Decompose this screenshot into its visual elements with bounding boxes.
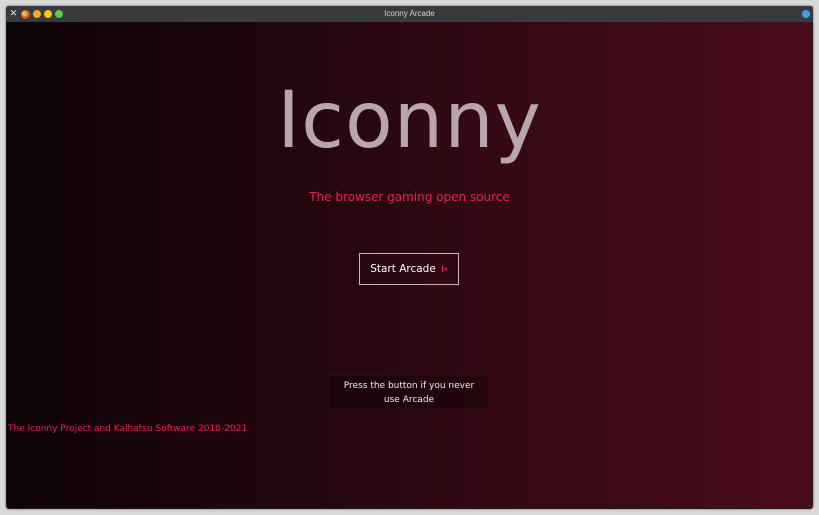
app-window: Iconny Arcade ✕ Iconny The browser gamin…	[6, 6, 813, 509]
hint-line-2: use Arcade	[383, 395, 435, 405]
status-dot-icon[interactable]	[802, 10, 810, 18]
play-icon	[441, 266, 448, 272]
app-icon	[21, 9, 30, 19]
window-controls: ✕	[9, 6, 63, 22]
minimize-dot-button[interactable]	[44, 10, 52, 18]
title-bar[interactable]: Iconny Arcade ✕	[6, 6, 813, 22]
footer-credits: The Iconny Project and Kalhatsu Software…	[8, 424, 248, 434]
hint-box: Press the button if you never use Arcade	[329, 375, 489, 410]
arcade-page: Iconny The browser gaming open source St…	[7, 22, 812, 508]
iconny-logo: Iconny	[277, 76, 542, 166]
start-arcade-label: Start Arcade	[370, 263, 436, 275]
close-icon[interactable]: ✕	[9, 9, 18, 19]
tagline: The browser gaming open source	[309, 190, 510, 204]
window-title: Iconny Arcade	[384, 9, 435, 18]
close-dot-button[interactable]	[33, 10, 41, 18]
start-arcade-button[interactable]: Start Arcade	[359, 253, 459, 285]
hint-line-1: Press the button if you never	[343, 381, 475, 391]
maximize-dot-button[interactable]	[55, 10, 63, 18]
